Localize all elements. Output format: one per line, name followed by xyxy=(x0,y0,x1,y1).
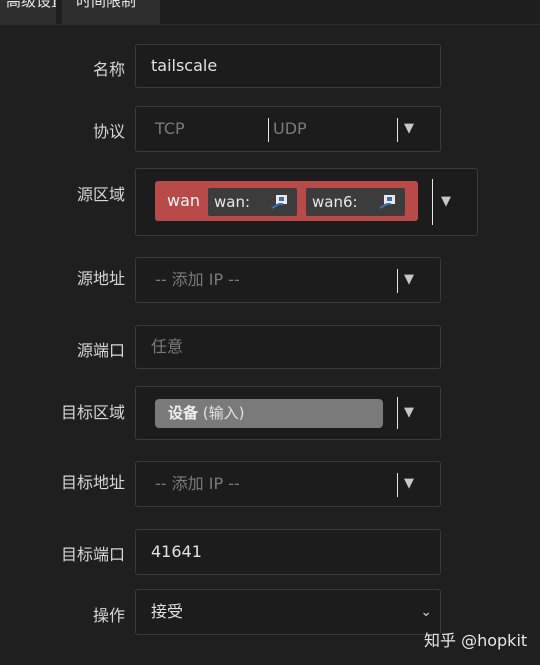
protocol-divider xyxy=(268,118,269,142)
src-port-label: 源端口 xyxy=(76,341,125,360)
form-panel: 名称 tailscale 协议 TCP UDP ▼ 源区域 wan wan: w… xyxy=(0,24,540,665)
action-select[interactable]: 接受 ⌄ xyxy=(135,589,441,635)
name-label: 名称 xyxy=(92,60,125,79)
src-zone-label: 源区域 xyxy=(76,185,125,204)
dest-addr-select[interactable]: -- 添加 IP -- ▼ xyxy=(135,461,441,507)
src-addr-dropdown-divider xyxy=(397,269,398,293)
protocol-select[interactable]: TCP UDP ▼ xyxy=(135,106,441,152)
src-port-placeholder: 任意 xyxy=(151,337,184,356)
src-addr-select[interactable]: -- 添加 IP -- ▼ xyxy=(135,257,441,303)
network-interface-icon xyxy=(379,195,395,209)
src-addr-dropdown-arrow-icon[interactable]: ▼ xyxy=(404,258,414,302)
dest-zone-dropdown-arrow-icon[interactable]: ▼ xyxy=(404,387,414,439)
tab-bar: 高级设置 时间限制 xyxy=(0,0,540,24)
dest-zone-device-sub: (输入) xyxy=(202,404,245,422)
src-zone-select[interactable]: wan wan: wan6: ▼ xyxy=(135,168,478,236)
dest-zone-label: 目标区域 xyxy=(60,403,125,422)
network-chip-wan: wan: xyxy=(208,188,297,216)
name-value: tailscale xyxy=(151,56,218,75)
zone-chip-wan[interactable]: wan wan: wan6: xyxy=(155,181,418,221)
dest-zone-dropdown-divider xyxy=(397,397,398,429)
zone-chip-name: wan xyxy=(167,191,201,210)
dest-port-input[interactable]: 41641 xyxy=(135,529,441,575)
tab-time-limit[interactable]: 时间限制 xyxy=(62,0,160,24)
network-chip-wan6: wan6: xyxy=(306,188,405,216)
protocol-dropdown-arrow-icon[interactable]: ▼ xyxy=(404,107,414,151)
dest-addr-dropdown-divider xyxy=(397,473,398,497)
dest-addr-placeholder: -- 添加 IP -- xyxy=(155,474,240,493)
watermark: 知乎 @hopkit xyxy=(424,631,528,650)
tab-time-limit-label: 时间限制 xyxy=(76,0,137,10)
protocol-option-tcp[interactable]: TCP xyxy=(155,107,185,151)
name-input[interactable]: tailscale xyxy=(135,44,441,88)
src-addr-label: 源地址 xyxy=(76,269,125,288)
dest-zone-device-chip[interactable]: 设备 (输入) xyxy=(155,399,383,428)
dest-port-value: 41641 xyxy=(151,542,202,561)
network-chip-wan-label: wan: xyxy=(214,193,251,211)
dest-addr-dropdown-arrow-icon[interactable]: ▼ xyxy=(404,462,414,506)
protocol-dropdown-divider xyxy=(397,118,398,142)
protocol-option-udp[interactable]: UDP xyxy=(273,107,307,151)
tab-advanced[interactable]: 高级设置 xyxy=(0,0,56,24)
dest-addr-label: 目标地址 xyxy=(60,473,125,492)
action-label: 操作 xyxy=(92,606,125,625)
action-value: 接受 xyxy=(151,602,184,621)
src-zone-dropdown-divider xyxy=(432,179,433,225)
tab-advanced-label: 高级设置 xyxy=(6,0,56,10)
dest-port-label: 目标端口 xyxy=(60,545,125,564)
network-chip-wan6-label: wan6: xyxy=(312,193,358,211)
dest-zone-select[interactable]: 设备 (输入) ▼ xyxy=(135,386,441,440)
src-zone-dropdown-arrow-icon[interactable]: ▼ xyxy=(441,169,451,235)
src-port-input[interactable]: 任意 xyxy=(135,325,441,369)
dest-zone-device: 设备 xyxy=(168,404,199,422)
protocol-label: 协议 xyxy=(92,122,125,141)
network-interface-icon xyxy=(271,195,287,209)
src-addr-placeholder: -- 添加 IP -- xyxy=(155,270,240,289)
